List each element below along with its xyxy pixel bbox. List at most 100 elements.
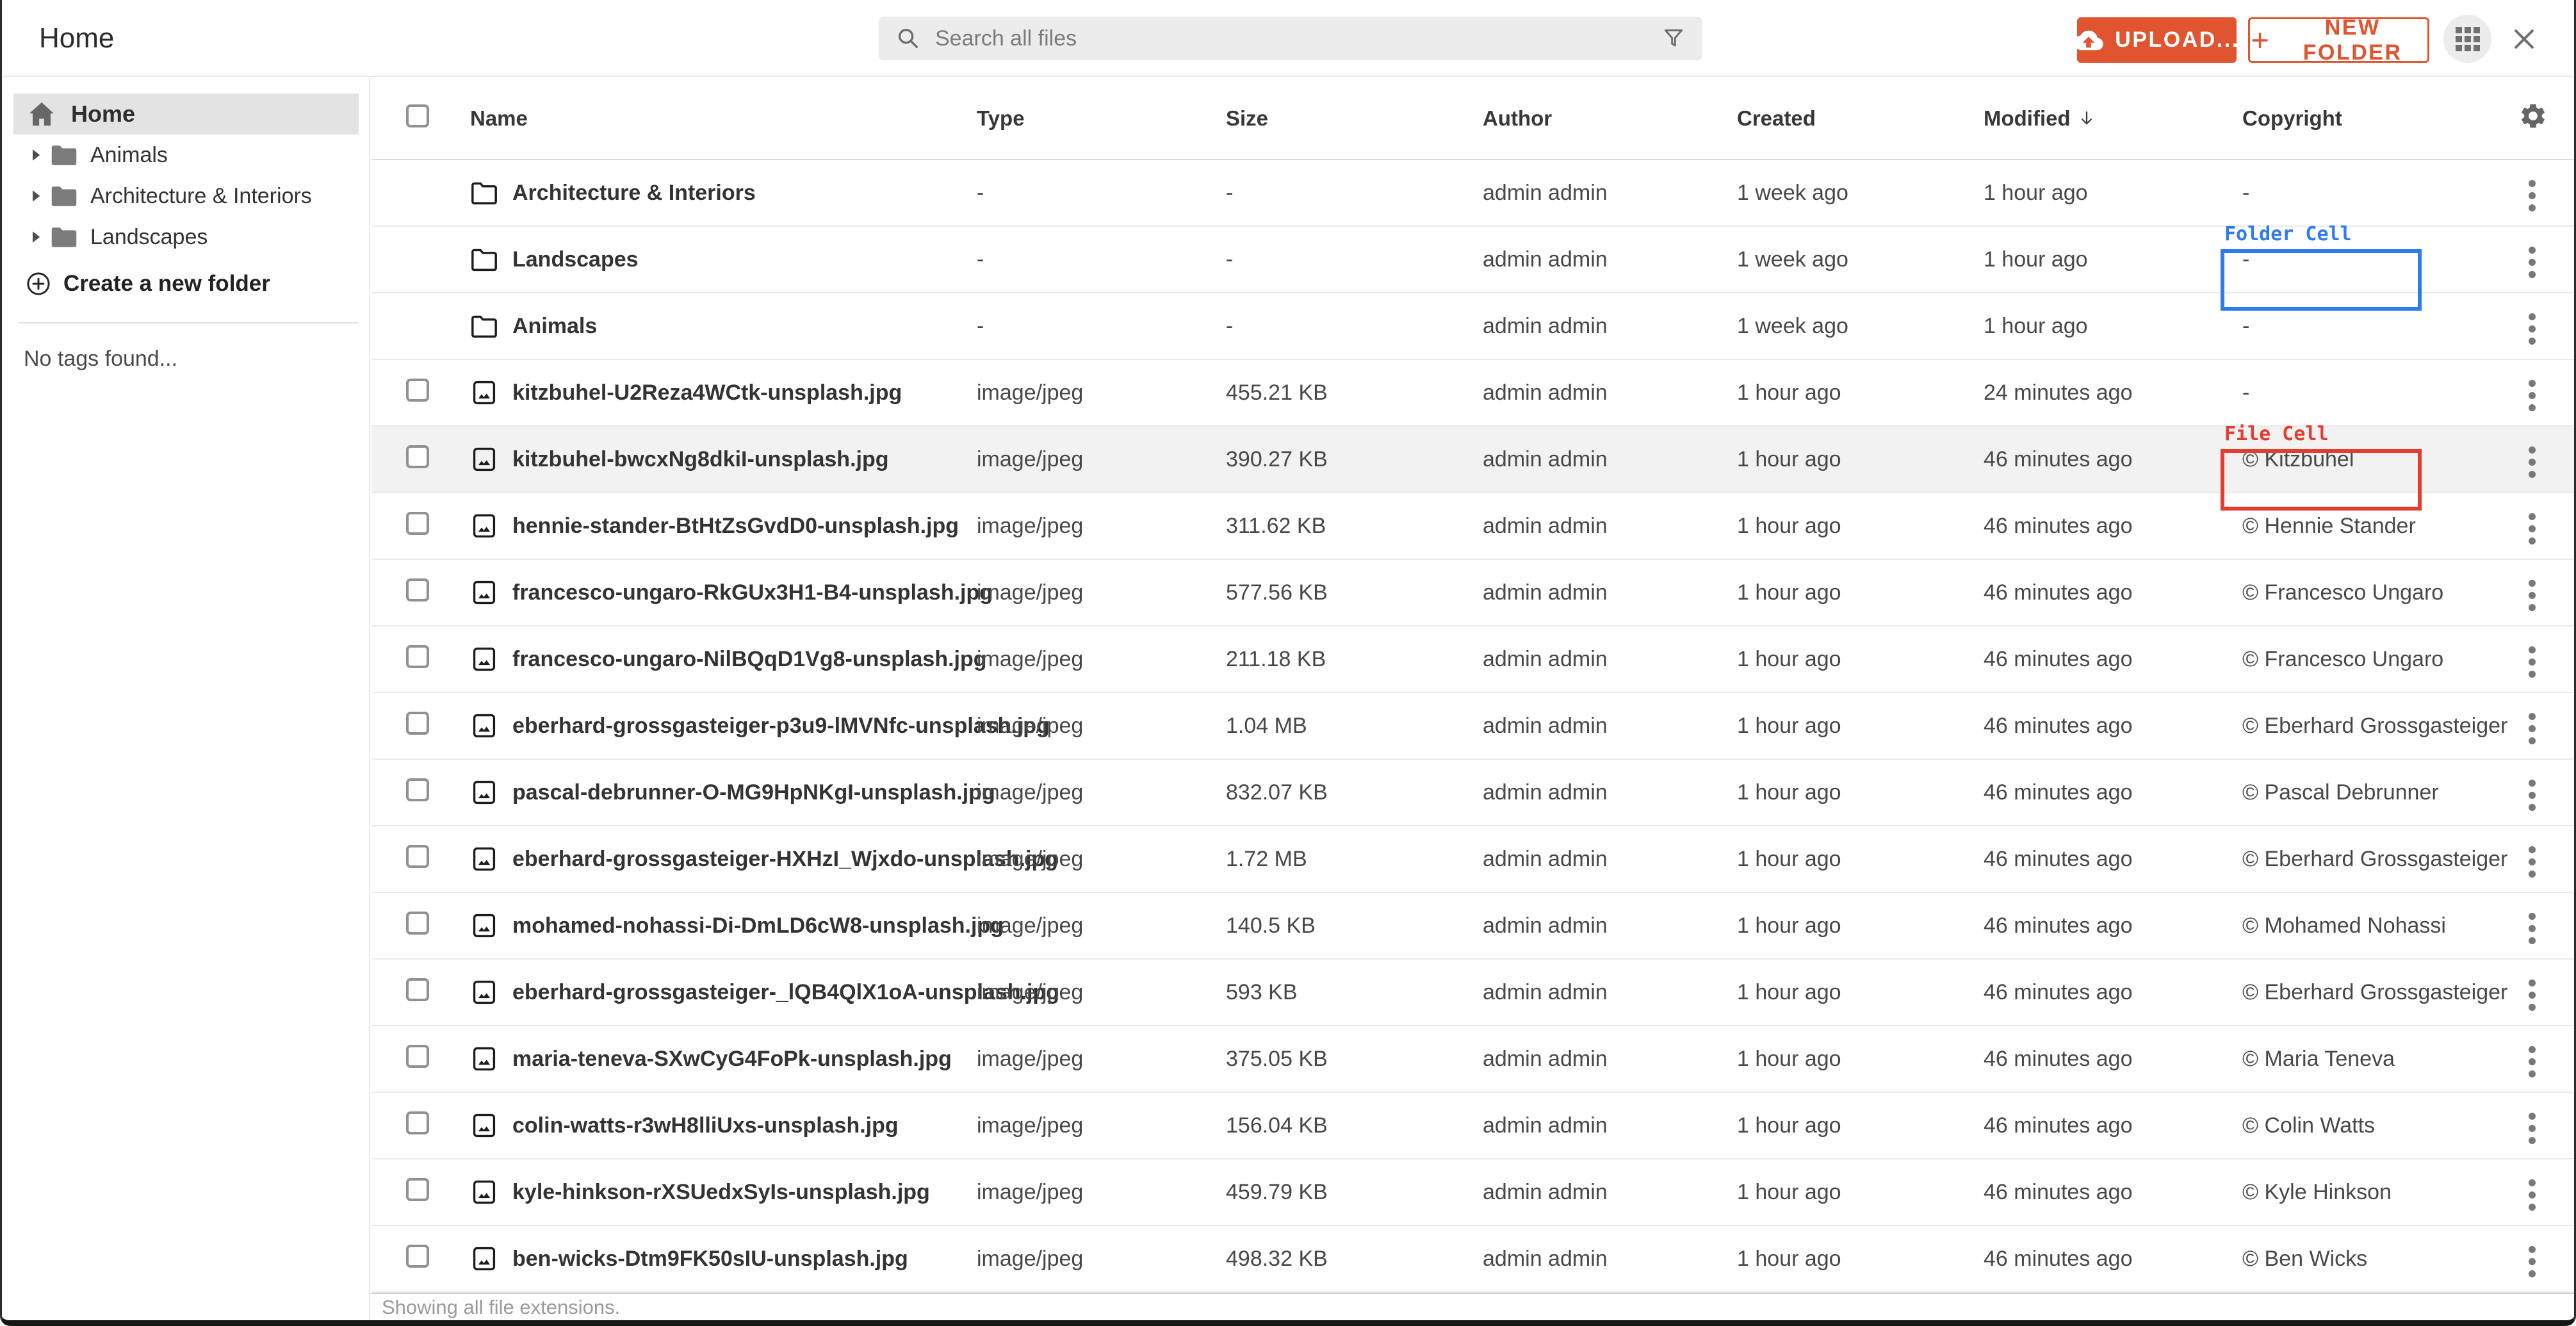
row-checkbox[interactable]	[406, 711, 429, 735]
table-row[interactable]: kitzbuhel-bwcxNg8dkiI-unsplash.jpg image…	[371, 423, 2574, 511]
column-header-size[interactable]: Size	[1226, 106, 1483, 131]
table-row[interactable]: kyle-hinkson-rXSUedxSyIs-unsplash.jpg im…	[371, 1159, 2574, 1226]
column-header-author[interactable]: Author	[1483, 106, 1737, 131]
kebab-menu-icon[interactable]	[2520, 1173, 2545, 1217]
filter-icon[interactable]	[1661, 26, 1686, 51]
sidebar-item-landscapes[interactable]: Landscapes	[2, 217, 369, 258]
modified-cell: 46 minutes ago	[1984, 713, 2133, 738]
kebab-menu-icon[interactable]	[2520, 440, 2545, 484]
copyright-cell: -	[2242, 314, 2502, 339]
row-checkbox[interactable]	[406, 445, 429, 468]
file-name[interactable]: francesco-ungaro-NilBQqD1Vg8-unsplash.jp…	[512, 647, 987, 672]
table-row[interactable]: francesco-ungaro-NilBQqD1Vg8-unsplash.jp…	[371, 626, 2574, 693]
image-file-icon	[470, 1245, 498, 1272]
table-row[interactable]: pascal-debrunner-O-MG9HpNKgI-unsplash.jp…	[371, 760, 2574, 826]
kebab-menu-icon[interactable]	[2520, 906, 2545, 951]
column-header-copyright[interactable]: Copyright	[2242, 106, 2502, 131]
kebab-menu-icon[interactable]	[2520, 373, 2545, 418]
row-checkbox[interactable]	[406, 1111, 429, 1134]
file-name[interactable]: Architecture & Interiors	[512, 181, 756, 206]
size-cell: 140.5 KB	[1226, 913, 1316, 938]
column-header-modified[interactable]: Modified	[1984, 106, 2242, 131]
sidebar-item-animals[interactable]: Animals	[2, 135, 369, 176]
row-checkbox[interactable]	[406, 1177, 429, 1201]
kebab-menu-icon[interactable]	[2520, 240, 2545, 284]
row-checkbox[interactable]	[406, 644, 429, 668]
kebab-menu-icon[interactable]	[2520, 1106, 2545, 1150]
type-cell: image/jpeg	[977, 446, 1084, 471]
copyright-text: © Francesco Ungaro	[2242, 580, 2444, 605]
column-settings-gear-icon[interactable]	[2518, 101, 2548, 131]
file-name[interactable]: kitzbuhel-U2Reza4WCtk-unsplash.jpg	[512, 381, 902, 405]
kebab-menu-icon[interactable]	[2520, 1040, 2545, 1084]
select-all-checkbox[interactable]	[406, 104, 429, 127]
kebab-menu-icon[interactable]	[2520, 573, 2545, 618]
grid-view-button[interactable]	[2443, 15, 2491, 63]
file-name[interactable]: Animals	[512, 314, 597, 339]
file-name[interactable]: pascal-debrunner-O-MG9HpNKgI-unsplash.jp…	[512, 780, 995, 805]
table-row[interactable]: mohamed-nohassi-Di-DmLD6cW8-unsplash.jpg…	[371, 893, 2574, 960]
file-name[interactable]: ben-wicks-Dtm9FK50sIU-unsplash.jpg	[512, 1247, 908, 1272]
folder-icon	[51, 145, 77, 165]
row-checkbox[interactable]	[406, 844, 429, 868]
file-name[interactable]: kitzbuhel-bwcxNg8dkiI-unsplash.jpg	[512, 447, 889, 472]
row-checkbox[interactable]	[406, 1244, 429, 1268]
table-row[interactable]: Landscapes - - admin admin 1 week ago 1 …	[371, 223, 2574, 311]
sidebar-item-architecture-interiors[interactable]: Architecture & Interiors	[2, 176, 369, 217]
copyright-cell: - Folder Cell	[2221, 223, 2502, 311]
column-header-type[interactable]: Type	[977, 106, 1226, 131]
kebab-menu-icon[interactable]	[2520, 773, 2545, 817]
upload-button[interactable]: UPLOAD...	[2074, 17, 2238, 63]
image-file-icon	[470, 579, 498, 606]
close-button[interactable]	[2509, 24, 2539, 54]
kebab-menu-icon[interactable]	[2520, 174, 2545, 218]
table-row[interactable]: maria-teneva-SXwCyG4FoPk-unsplash.jpg im…	[371, 1026, 2574, 1093]
column-header-name[interactable]: Name	[470, 106, 977, 131]
table-body: Architecture & Interiors - - admin admin…	[371, 160, 2574, 1293]
sidebar-item-home[interactable]: Home	[13, 94, 359, 135]
row-checkbox[interactable]	[406, 978, 429, 1001]
column-header-created[interactable]: Created	[1737, 106, 1984, 131]
row-checkbox[interactable]	[406, 511, 429, 535]
file-name[interactable]: maria-teneva-SXwCyG4FoPk-unsplash.jpg	[512, 1047, 952, 1072]
file-name[interactable]: francesco-ungaro-RkGUx3H1-B4-unsplash.jp…	[512, 580, 993, 605]
search-input[interactable]	[935, 17, 1661, 60]
row-checkbox[interactable]	[406, 578, 429, 602]
new-folder-button[interactable]: NEW FOLDER	[2248, 15, 2429, 65]
table-row[interactable]: eberhard-grossgasteiger-HXHzI_Wjxdo-unsp…	[371, 826, 2574, 893]
file-name[interactable]: kyle-hinkson-rXSUedxSyIs-unsplash.jpg	[512, 1180, 930, 1205]
table-row[interactable]: colin-watts-r3wH8lliUxs-unsplash.jpg ima…	[371, 1093, 2574, 1159]
table-row[interactable]: Animals - - admin admin 1 week ago 1 hou…	[371, 293, 2574, 360]
file-name[interactable]: hennie-stander-BtHtZsGvdD0-unsplash.jpg	[512, 514, 959, 539]
table-row[interactable]: hennie-stander-BtHtZsGvdD0-unsplash.jpg …	[371, 493, 2574, 560]
kebab-menu-icon[interactable]	[2520, 640, 2545, 684]
kebab-menu-icon[interactable]	[2520, 840, 2545, 884]
row-checkbox[interactable]	[406, 778, 429, 801]
kebab-menu-icon[interactable]	[2520, 507, 2545, 551]
kebab-menu-icon[interactable]	[2520, 973, 2545, 1017]
copyright-text: -	[2242, 180, 2250, 205]
table-row[interactable]: ben-wicks-Dtm9FK50sIU-unsplash.jpg image…	[371, 1226, 2574, 1293]
table-row[interactable]: eberhard-grossgasteiger-p3u9-lMVNfc-unsp…	[371, 693, 2574, 760]
table-row[interactable]: kitzbuhel-U2Reza4WCtk-unsplash.jpg image…	[371, 360, 2574, 427]
modified-cell: 46 minutes ago	[1984, 446, 2133, 471]
file-name[interactable]: Landscapes	[512, 247, 639, 272]
row-checkbox[interactable]	[406, 1044, 429, 1068]
create-new-folder-button[interactable]: Create a new folder	[2, 263, 369, 304]
file-name[interactable]: eberhard-grossgasteiger-p3u9-lMVNfc-unsp…	[512, 714, 1050, 739]
table-row[interactable]: eberhard-grossgasteiger-_lQB4QlX1oA-unsp…	[371, 960, 2574, 1026]
row-checkbox[interactable]	[406, 378, 429, 402]
modified-cell: 24 minutes ago	[1984, 380, 2133, 405]
kebab-menu-icon[interactable]	[2520, 707, 2545, 751]
file-name[interactable]: colin-watts-r3wH8lliUxs-unsplash.jpg	[512, 1113, 899, 1138]
home-icon	[29, 102, 54, 126]
row-checkbox[interactable]	[406, 911, 429, 935]
table-row[interactable]: francesco-ungaro-RkGUx3H1-B4-unsplash.jp…	[371, 560, 2574, 626]
copyright-text: © Kitzbuhel	[2242, 446, 2354, 471]
kebab-menu-icon[interactable]	[2520, 1240, 2545, 1284]
file-name[interactable]: mohamed-nohassi-Di-DmLD6cW8-unsplash.jpg	[512, 913, 1004, 938]
kebab-menu-icon[interactable]	[2520, 307, 2545, 351]
table-row[interactable]: Architecture & Interiors - - admin admin…	[371, 160, 2574, 227]
search-bar[interactable]	[879, 17, 1702, 60]
size-cell: 211.18 KB	[1226, 646, 1326, 671]
